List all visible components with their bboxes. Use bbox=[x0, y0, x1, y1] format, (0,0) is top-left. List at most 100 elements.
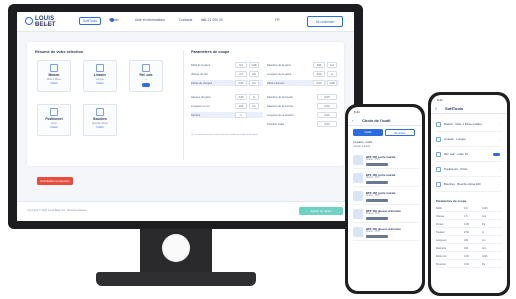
item-bar bbox=[366, 199, 388, 202]
param-value[interactable]: 1.5 bbox=[464, 215, 467, 218]
param-label: Nombre bbox=[191, 113, 201, 117]
row-toggle[interactable] bbox=[493, 152, 500, 156]
param-value[interactable]: 100 bbox=[464, 239, 468, 242]
param-row: Longueur 100 cm bbox=[436, 237, 502, 244]
list-item[interactable]: BPF 160 sortie murale Chaud - 16°C bbox=[353, 152, 419, 169]
param-value: 0.00 bbox=[317, 121, 337, 127]
position-icon bbox=[50, 108, 58, 116]
tile-title: Linéaire bbox=[93, 73, 107, 77]
tile-link[interactable]: Choisir bbox=[38, 126, 70, 129]
param-label: Diamètre de la gaine bbox=[267, 63, 291, 67]
summary-row[interactable]: Bouches · Bouche ultima 160 › bbox=[436, 179, 502, 192]
summary-row[interactable]: Positionnel · Choix › bbox=[436, 164, 502, 177]
chevron-right-icon: › bbox=[499, 182, 500, 186]
param-value[interactable]: 0.06 bbox=[464, 223, 469, 226]
tile-bouches[interactable]: Bouches Bouche ultima Choisir bbox=[83, 104, 117, 136]
param-value[interactable]: 3.00 bbox=[313, 71, 325, 77]
param-label: Pertes bbox=[436, 223, 444, 226]
param-value[interactable]: 0.00 bbox=[464, 263, 469, 266]
param-row: Longueur de la gaine 3.00 m bbox=[267, 71, 339, 77]
param-unit: cm bbox=[482, 239, 486, 242]
param-unit[interactable]: m/s bbox=[249, 71, 259, 77]
param-row: Diamètre de la bouche 0.00 bbox=[267, 103, 339, 109]
param-label: Longueur bbox=[436, 239, 447, 242]
phone-title: SoftTools bbox=[445, 106, 464, 111]
phone-softtools: 9:41 ≡ SoftTools Maison · Mod. 1 Pièce u… bbox=[428, 92, 510, 296]
add-to-cart-button[interactable]: Ajouter au panier bbox=[299, 207, 343, 215]
param-unit: m/s bbox=[482, 215, 487, 218]
list-item[interactable]: BPF 160 sortie murale Chaud - 16°C bbox=[353, 188, 419, 205]
back-arrow-icon[interactable]: ‹ bbox=[352, 118, 353, 123]
param-label: Débit de la pièce bbox=[191, 63, 211, 67]
tile-positionnel[interactable]: Positionnel Choix Choisir bbox=[37, 104, 71, 136]
item-bar bbox=[366, 217, 388, 220]
param-unit[interactable]: m3/h bbox=[249, 62, 259, 68]
param-unit[interactable]: cm bbox=[249, 103, 259, 109]
summary-row[interactable]: Maison · Mod. 1 Pièce unitaire › bbox=[436, 119, 502, 132]
param-row-highlight: Débit minimum 0.00 m3/h bbox=[267, 80, 339, 86]
phone-status-time: 9:41 bbox=[354, 110, 360, 114]
language-selector[interactable]: FR bbox=[275, 18, 280, 22]
reset-button[interactable]: Réinitialiser la sélection bbox=[37, 177, 73, 185]
list-item[interactable]: BPF 160 sortie murale Chaud - 16°C bbox=[353, 170, 419, 187]
list-item[interactable]: BPF 160 dessus d'armoire Chaud - 16°C bbox=[353, 206, 419, 223]
summary-row[interactable]: Réf. calc · ordre 10 bbox=[436, 149, 502, 162]
item-bar bbox=[366, 235, 388, 238]
param-value: 0.00 bbox=[317, 94, 337, 100]
connect-button[interactable]: Se connecter bbox=[307, 16, 343, 27]
param-value[interactable]: 2.50 bbox=[464, 231, 469, 234]
param-value[interactable]: 0.06 bbox=[235, 80, 247, 86]
tile-link[interactable]: Choisir bbox=[38, 82, 70, 85]
tile-maison[interactable]: Maison Mod. 1 Pièce Choisir bbox=[37, 60, 71, 92]
tile-sub: Bouche ultima bbox=[92, 121, 108, 125]
param-value[interactable]: 0.00 bbox=[313, 80, 325, 86]
tile-lineaire[interactable]: Linéaire Longue Choisir bbox=[83, 60, 117, 92]
param-row: Longueur en cm 100 cm bbox=[191, 103, 263, 109]
list-item[interactable]: BPF 160 dessus d'armoire Chaud - 16°C bbox=[353, 224, 419, 241]
param-unit[interactable]: Pa bbox=[249, 80, 259, 86]
tile-ref-calc[interactable]: Réf. calc — bbox=[129, 60, 163, 92]
param-label: Diamètre de la bouche bbox=[267, 95, 294, 99]
tab-outils[interactable]: Outils bbox=[353, 129, 383, 136]
param-row: Hauteur 2.50 m bbox=[436, 229, 502, 236]
tile-link[interactable]: Choisir bbox=[84, 82, 116, 85]
param-value[interactable]: 160 bbox=[464, 247, 468, 250]
item-sub: Chaud - 16°C bbox=[366, 213, 380, 215]
param-label: Débit bbox=[436, 207, 442, 210]
param-label: Longueur de la bouche bbox=[267, 113, 294, 117]
desktop-monitor: LOUIS BELET Génie climatique SoftTools P… bbox=[8, 4, 363, 229]
param-unit[interactable]: m bbox=[327, 71, 337, 77]
tile-toggle[interactable] bbox=[142, 82, 150, 87]
nav-item-contacts[interactable]: Contacts bbox=[179, 18, 192, 22]
nav-item-softtools[interactable]: SoftTools bbox=[79, 16, 101, 25]
menu-icon[interactable]: ≡ bbox=[435, 106, 437, 111]
phone-title: Choix de l'outil bbox=[362, 118, 391, 123]
param-value: 0.00 bbox=[317, 112, 337, 118]
phone-appbar: ‹ Choix de l'outil bbox=[348, 116, 422, 126]
param-value[interactable]: 2.50 bbox=[235, 94, 247, 100]
phone-tool-choice: 9:41 ‹ Choix de l'outil Outils Bouches L… bbox=[345, 104, 425, 294]
phone-filter-chip[interactable]: Choisir linéaire bbox=[353, 145, 370, 148]
nav-item-aide[interactable]: Aide et informations bbox=[135, 18, 165, 22]
param-value[interactable]: 0.00 bbox=[464, 255, 469, 258]
logo-name: LOUIS BELET bbox=[35, 16, 56, 28]
param-row-highlight: Pertes de charges 0.06 Pa bbox=[191, 80, 263, 86]
param-unit[interactable]: m3/h bbox=[327, 80, 337, 86]
tab-bouches[interactable]: Bouches bbox=[385, 129, 415, 136]
param-unit[interactable]: m bbox=[249, 94, 259, 100]
param-value[interactable]: 0.0 bbox=[235, 62, 247, 68]
param-unit[interactable]: mm bbox=[327, 62, 337, 68]
param-row: Débit de la pièce 0.0 m3/h bbox=[191, 62, 263, 68]
chevron-right-icon: › bbox=[499, 122, 500, 126]
param-value[interactable]: 100 bbox=[235, 103, 247, 109]
param-value[interactable]: 0.0 bbox=[464, 207, 467, 210]
param-value[interactable]: 1.5 bbox=[235, 71, 247, 77]
param-value[interactable]: 1 bbox=[235, 112, 247, 118]
summary-row[interactable]: Linéaire · Longue › bbox=[436, 134, 502, 147]
logo[interactable]: LOUIS BELET Génie climatique bbox=[25, 16, 69, 28]
position-icon bbox=[436, 167, 441, 172]
nav-item-panier[interactable]: Panier bbox=[109, 18, 119, 23]
tile-link[interactable]: Choisir bbox=[84, 126, 116, 129]
param-label: Vitesse de l'air bbox=[191, 72, 208, 76]
param-value[interactable]: 160 bbox=[313, 62, 325, 68]
